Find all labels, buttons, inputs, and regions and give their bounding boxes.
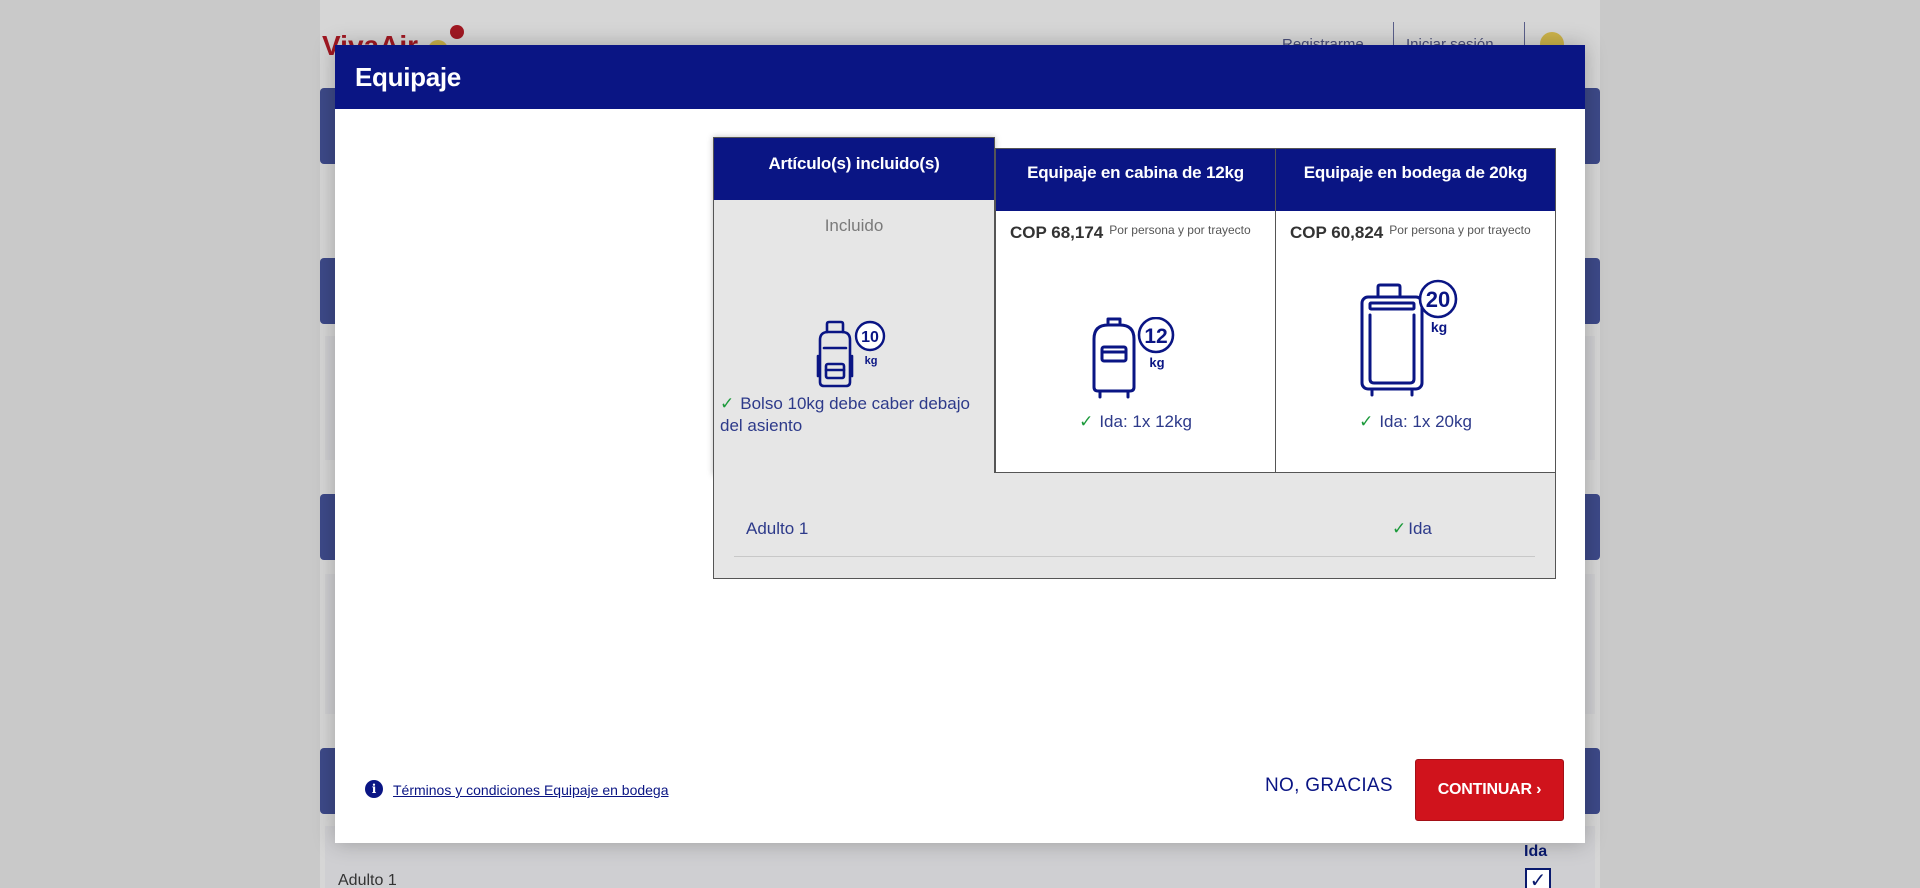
cabin-bag-header: Equipaje en cabina de 12kg — [996, 149, 1275, 211]
passenger-segment-label: Ida — [1408, 519, 1432, 538]
cabin-selection-line: ✓ Ida: 1x 12kg — [996, 412, 1275, 432]
logo-mark-dot — [450, 25, 464, 39]
hold-bag-option[interactable]: Equipaje en bodega de 20kg COP 60,824 Po… — [1275, 148, 1556, 473]
check-icon: ✓ — [1392, 519, 1407, 538]
cabin-weight-number: 12 — [1144, 325, 1167, 348]
check-icon: ✓ — [720, 394, 735, 413]
cabin-selection-text: Ida: 1x 12kg — [1099, 412, 1192, 431]
backpack-icon: 10 kg — [814, 320, 888, 395]
check-icon: ✓ — [1079, 412, 1094, 431]
cabin-price-note: Por persona y por trayecto — [1109, 223, 1251, 237]
hold-price-note: Por persona y por trayecto — [1389, 223, 1531, 237]
passenger-name: Adulto 1 — [746, 519, 809, 538]
check-icon: ✓ — [1359, 412, 1374, 431]
cabin-bag-option[interactable]: Equipaje en cabina de 12kg COP 68,174 Po… — [995, 148, 1276, 473]
hold-price: COP 60,824 — [1290, 223, 1384, 242]
included-weight-number: 10 — [861, 329, 879, 346]
modal-header: Equipaje — [335, 45, 1585, 109]
bg-checkbox: ✓ — [1525, 868, 1551, 888]
included-item-option[interactable]: Artículo(s) incluido(s) Incluido 10 kg ✓… — [713, 137, 995, 475]
cabin-price: COP 68,174 — [1010, 223, 1104, 242]
bg-row-label: Adulto 1 — [338, 872, 397, 888]
passenger-segment[interactable]: ✓ Ida — [1392, 519, 1432, 539]
hold-price-line: COP 60,824 Por persona y por trayecto — [1276, 211, 1555, 243]
included-label: Incluido — [824, 216, 884, 235]
hold-selection-text: Ida: 1x 20kg — [1379, 412, 1472, 431]
passenger-panel: Adulto 1 ✓ Ida — [713, 473, 1556, 579]
hold-weight-unit: kg — [1431, 319, 1447, 335]
included-weight-unit: kg — [865, 355, 878, 367]
continue-button[interactable]: CONTINUAR › — [1415, 759, 1564, 821]
terms-link[interactable]: Términos y condiciones Equipaje en bodeg… — [393, 782, 669, 798]
hold-selection-line: ✓ Ida: 1x 20kg — [1276, 412, 1555, 432]
cabin-bag-icon: 12 kg — [1086, 316, 1176, 406]
divider — [734, 556, 1535, 557]
cabin-weight-unit: kg — [1149, 355, 1164, 370]
continue-label: CONTINUAR — [1437, 781, 1532, 798]
baggage-modal: Equipaje Artículo(s) incluido(s) Incluid… — [335, 45, 1585, 843]
info-icon: i — [365, 780, 383, 798]
hold-weight-number: 20 — [1426, 287, 1450, 312]
no-thanks-button[interactable]: NO, GRACIAS — [1265, 775, 1393, 797]
cabin-price-line: COP 68,174 Por persona y por trayecto — [996, 211, 1275, 243]
included-item-header: Artículo(s) incluido(s) — [714, 138, 994, 200]
included-description-text: Bolso 10kg debe caber debajo del asiento — [720, 394, 970, 435]
modal-title: Equipaje — [355, 61, 461, 92]
chevron-right-icon: › — [1536, 781, 1542, 798]
hold-bag-header: Equipaje en bodega de 20kg — [1276, 149, 1555, 211]
suitcase-icon: 20 kg — [1358, 279, 1458, 404]
included-description: ✓ Bolso 10kg debe caber debajo del asient… — [720, 393, 982, 437]
bg-col-label: Ida — [1524, 843, 1548, 860]
